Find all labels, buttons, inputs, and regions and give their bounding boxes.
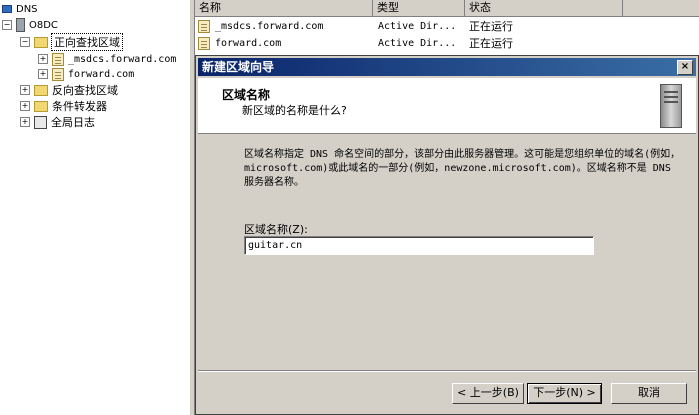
zone-icon <box>198 20 210 33</box>
tree-item-conditional-forwarders[interactable]: + 条件转发器 <box>20 98 107 114</box>
tree-label-conditional-forwarders: 条件转发器 <box>52 100 107 113</box>
zone-icon <box>52 52 64 66</box>
dns-icon <box>2 5 12 13</box>
tree-item-forward-zones[interactable]: − 正向查找区域 <box>20 33 123 51</box>
dialog-titlebar[interactable]: 新建区域向导 × <box>198 58 696 76</box>
expand-icon[interactable]: + <box>38 54 48 64</box>
expand-icon[interactable]: + <box>38 69 48 79</box>
folder-icon <box>34 84 48 96</box>
back-button[interactable]: < 上一步(B) <box>452 383 524 404</box>
column-header-filler <box>623 0 699 17</box>
folder-icon <box>34 100 48 112</box>
zone-name-input[interactable] <box>244 236 594 255</box>
list-cell-name: forward.com <box>215 38 282 49</box>
column-header-name[interactable]: 名称 <box>195 0 373 17</box>
column-header-status[interactable]: 状态 <box>465 0 623 17</box>
console-tree: DNS − O8DC − 正向查找区域 + _msdcs.forward.com… <box>0 0 189 415</box>
close-icon: × <box>680 61 690 72</box>
tree-label-reverse-zones: 反向查找区域 <box>52 84 118 97</box>
folder-icon <box>34 36 48 48</box>
tree-label-global-logs: 全局日志 <box>51 116 95 129</box>
tree-label-forward-zones: 正向查找区域 <box>51 33 123 51</box>
zone-icon <box>52 67 64 81</box>
tree-item-dns[interactable]: DNS <box>2 1 38 17</box>
tree-item-server[interactable]: − O8DC <box>2 17 58 33</box>
list-cell-name: _msdcs.forward.com <box>215 21 324 32</box>
wizard-header: 区域名称 新区域的名称是什么? <box>198 78 696 134</box>
next-button[interactable]: 下一步(N) > <box>527 383 602 404</box>
list-cell-status: 正在运行 <box>469 20 513 33</box>
zone-list: 名称 类型 状态 _msdcs.forward.com Active Dir..… <box>195 0 699 58</box>
dialog-title: 新建区域向导 <box>202 60 275 74</box>
tree-label-dns: DNS <box>16 3 38 15</box>
collapse-icon[interactable]: − <box>20 37 30 47</box>
page-subtitle: 新区域的名称是什么? <box>242 104 347 117</box>
close-button[interactable]: × <box>677 60 693 75</box>
server-icon <box>16 18 25 32</box>
description-text: 区域名称指定 DNS 命名空间的部分，该部分由此服务器管理。这可能是您组织单位的… <box>244 149 681 188</box>
page-title: 区域名称 <box>222 88 271 102</box>
expand-icon[interactable]: + <box>20 101 30 111</box>
expand-icon[interactable]: + <box>20 117 30 127</box>
cancel-button[interactable]: 取消 <box>611 383 687 404</box>
list-cell-type: Active Dir... <box>378 38 457 49</box>
tree-label-forward-zone: forward.com <box>68 68 135 80</box>
list-row[interactable]: _msdcs.forward.com Active Dir... 正在运行 <box>195 19 699 35</box>
zone-name-label: 区域名称(Z): <box>244 223 308 236</box>
tree-item-msdcs-zone[interactable]: + _msdcs.forward.com <box>38 51 176 67</box>
tree-label-server: O8DC <box>29 19 58 31</box>
zone-icon <box>198 37 210 50</box>
tree-item-global-logs[interactable]: + 全局日志 <box>20 114 95 130</box>
list-row[interactable]: forward.com Active Dir... 正在运行 <box>195 36 699 52</box>
column-header-type[interactable]: 类型 <box>373 0 465 17</box>
expand-icon[interactable]: + <box>20 85 30 95</box>
tree-label-msdcs-zone: _msdcs.forward.com <box>68 53 177 65</box>
list-cell-status: 正在运行 <box>469 37 513 50</box>
server-tower-icon <box>660 84 682 128</box>
collapse-icon[interactable]: − <box>2 20 12 30</box>
tree-item-reverse-zones[interactable]: + 反向查找区域 <box>20 82 118 98</box>
event-log-icon <box>34 115 47 129</box>
divider <box>198 370 696 372</box>
list-cell-type: Active Dir... <box>378 21 457 32</box>
new-zone-wizard-dialog: 新建区域向导 × 区域名称 新区域的名称是什么? 区域名称指定 DNS 命名空间… <box>195 55 699 415</box>
tree-item-forward-zone[interactable]: + forward.com <box>38 66 134 82</box>
